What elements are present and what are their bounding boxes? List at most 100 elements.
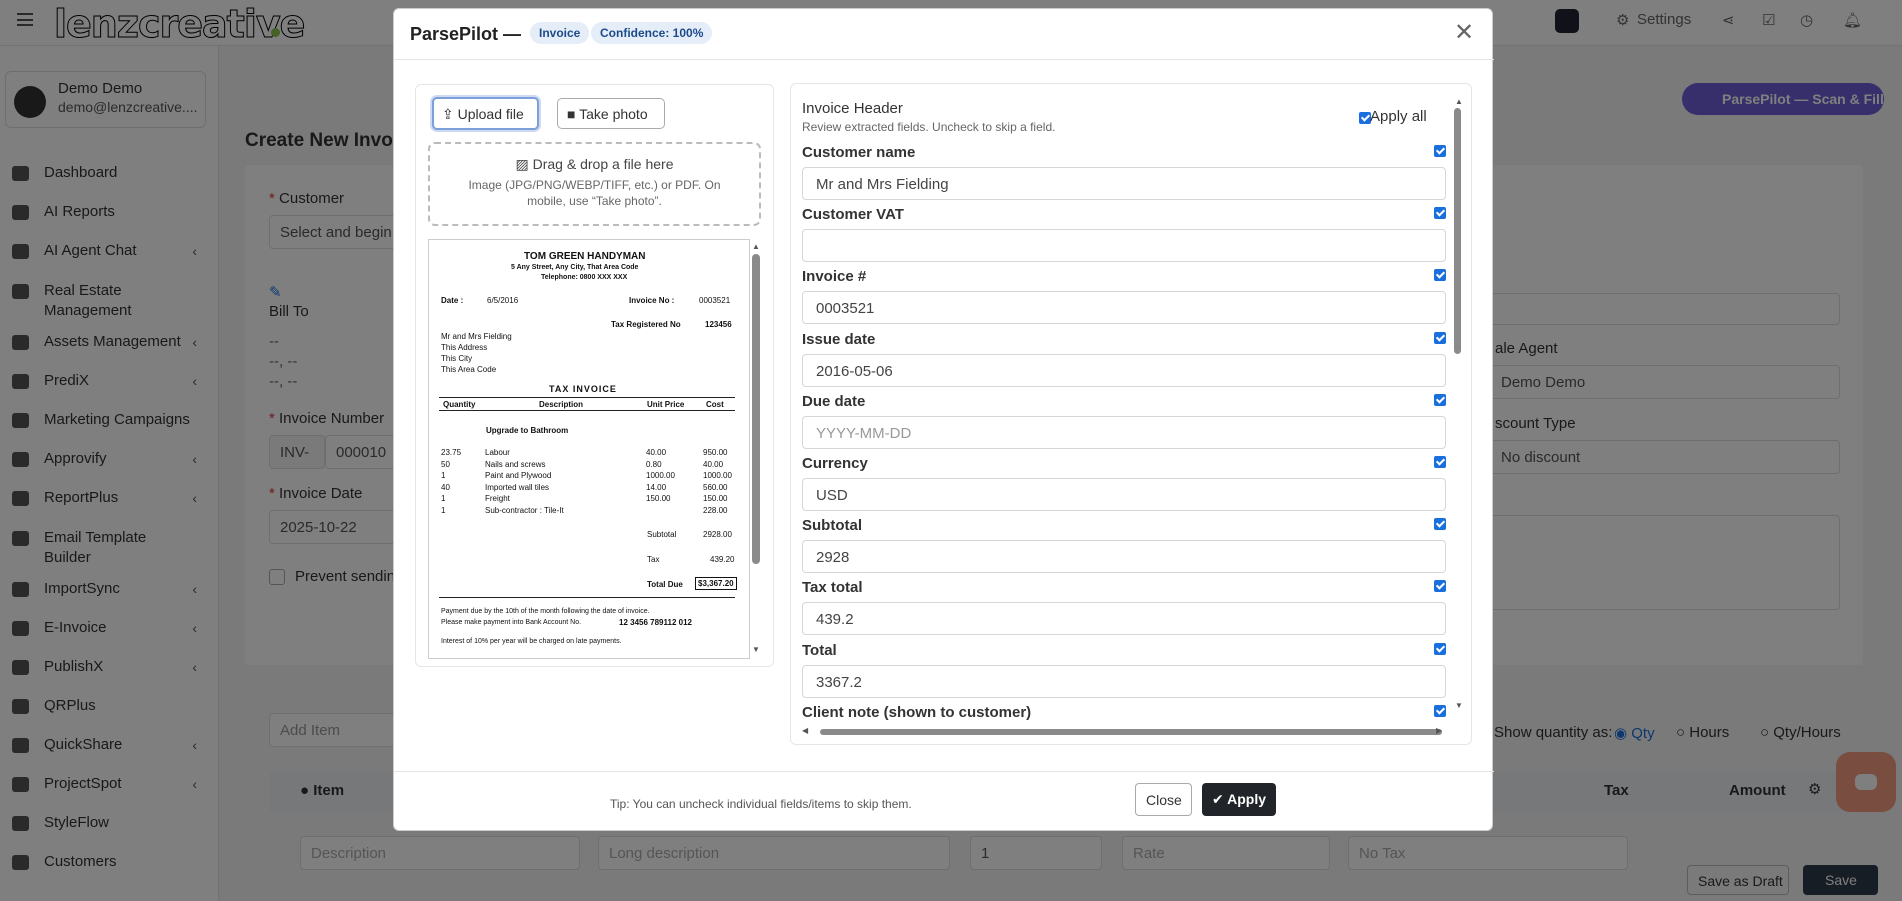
doc-row-cell: 150.00: [646, 494, 671, 503]
doc-subtotal-label: Subtotal: [647, 530, 677, 539]
field-checkbox[interactable]: [1434, 331, 1446, 344]
doc-row-cell: 950.00: [703, 448, 728, 457]
doc-row-cell: 1: [441, 505, 446, 515]
doc-addr-1: Mr and Mrs Fielding: [441, 332, 512, 341]
doc-date-label: Date :: [441, 296, 464, 305]
doc-taxreg: 123456: [705, 320, 732, 329]
field-checkbox[interactable]: [1434, 207, 1446, 220]
doc-rule: [439, 597, 735, 598]
doc-row-cell: Freight: [485, 494, 510, 503]
doc-invno: 0003521: [699, 296, 731, 305]
take-photo-button[interactable]: ■ Take photo: [557, 98, 665, 129]
doc-total: $3,367.20: [695, 577, 737, 590]
doc-row-cell: 14.00: [646, 482, 667, 492]
doc-row-cell: Paint and Plywood: [485, 471, 552, 480]
field-input[interactable]: 2016-05-06: [802, 353, 1446, 387]
dropzone[interactable]: ▨ Drag & drop a file here Image (JPG/PNG…: [428, 142, 761, 226]
field-input[interactable]: Mr and Mrs Fielding: [802, 167, 1446, 200]
field-label: Customer name: [802, 144, 916, 161]
doc-row-cell: 1000.00: [646, 471, 675, 480]
fields-hscrollbar[interactable]: ◀ ▶: [802, 726, 1446, 737]
doc-subtotal: 2928.00: [703, 530, 732, 539]
field-label: Tax total: [802, 579, 863, 597]
field-checkbox[interactable]: [1434, 518, 1446, 531]
dropzone-hint: Image (JPG/PNG/WEBP/TIFF, etc.) or PDF. …: [468, 178, 721, 208]
doc-row-cell: 40: [441, 482, 450, 492]
scroll-right-icon[interactable]: ▶: [1436, 726, 1442, 735]
doc-row-cell: 228.00: [703, 505, 728, 515]
modal-header: ParsePilot — Invoice Confidence: 100% ✕: [394, 9, 1494, 60]
section-title: Invoice Header: [802, 100, 903, 117]
camera-icon: ■: [567, 106, 576, 122]
doc-addr-2: This Address: [441, 343, 488, 352]
upload-panel: ⇪ Upload file ■ Take photo ▨ Drag & drop…: [415, 84, 774, 667]
doc-row-cell: 150.00: [703, 494, 728, 503]
scroll-down-icon[interactable]: ▼: [752, 645, 760, 654]
doc-col-unit: Unit Price: [647, 400, 685, 409]
doc-row-cell: 40.00: [703, 459, 724, 469]
parsepilot-modal: ParsePilot — Invoice Confidence: 100% ✕ …: [393, 8, 1494, 831]
preview-scrollbar[interactable]: ▲ ▼: [751, 242, 761, 656]
doc-taxreg-label: Tax Registered No: [611, 320, 681, 329]
doc-heading: TAX INVOICE: [549, 384, 617, 394]
doc-footer-1: Payment due by the 10th of the month fol…: [441, 608, 650, 615]
field-label: Issue date: [802, 330, 876, 348]
doc-row-cell: 1: [441, 494, 446, 503]
field-label: Invoice #: [802, 268, 867, 286]
field-label: Customer VAT: [802, 206, 904, 224]
check-icon: ✔: [1212, 791, 1224, 807]
field-input[interactable]: 3367.2: [802, 664, 1446, 698]
scroll-up-icon[interactable]: ▲: [1455, 97, 1463, 106]
doc-tax: 439.20: [710, 555, 735, 564]
apply-all-label: Apply all: [1370, 108, 1427, 125]
field-checkbox[interactable]: [1434, 580, 1446, 593]
field-input[interactable]: YYYY-MM-DD: [802, 415, 1446, 449]
field-label: Currency: [802, 455, 868, 472]
fields-vscrollbar[interactable]: ▲ ▼: [1453, 97, 1463, 713]
field-checkbox[interactable]: [1434, 642, 1446, 655]
tip-text: Tip: You can uncheck individual fields/i…: [610, 797, 912, 811]
doc-row-cell: Nails and screws: [485, 459, 546, 469]
field-checkbox[interactable]: [1434, 145, 1446, 157]
field-input[interactable]: USD: [802, 478, 1446, 511]
scroll-left-icon[interactable]: ◀: [802, 726, 808, 735]
upload-icon: ⇪: [442, 106, 454, 122]
doc-rule: [439, 410, 735, 411]
doc-row-cell: 560.00: [703, 482, 728, 492]
document-preview[interactable]: TOM GREEN HANDYMAN 5 Any Street, Any Cit…: [428, 239, 750, 659]
field-checkbox[interactable]: [1434, 704, 1446, 717]
field-checkbox[interactable]: [1434, 269, 1446, 282]
doc-row-cell: 23.75: [441, 448, 462, 457]
field-input[interactable]: 0003521: [802, 291, 1446, 325]
field-checkbox[interactable]: [1434, 393, 1446, 406]
doc-job: Upgrade to Bathroom: [486, 426, 569, 435]
scroll-down-icon[interactable]: ▼: [1455, 701, 1463, 710]
close-icon[interactable]: ✕: [1454, 21, 1474, 45]
doc-row-cell: Sub-contractor : Tile-It: [485, 505, 564, 515]
dropzone-title: Drag & drop a file here: [532, 156, 674, 172]
doc-row-cell: 0.80: [646, 459, 662, 469]
doc-invno-label: Invoice No :: [629, 296, 675, 305]
scroll-thumb[interactable]: [1454, 108, 1461, 354]
scroll-up-icon[interactable]: ▲: [752, 242, 760, 251]
doc-footer-3: Interest of 10% per year will be charged…: [441, 638, 622, 645]
field-input[interactable]: 2928: [802, 540, 1446, 574]
field-checkbox[interactable]: [1434, 456, 1446, 468]
close-button[interactable]: Close: [1135, 783, 1192, 816]
doc-row-cell: Imported wall tiles: [485, 482, 550, 492]
scroll-thumb[interactable]: [820, 729, 1442, 735]
doc-addr-3: This City: [441, 354, 473, 363]
doc-row-cell: Labour: [485, 448, 510, 457]
field-label: Due date: [802, 392, 866, 410]
field-input[interactable]: [802, 229, 1446, 263]
upload-file-button[interactable]: ⇪ Upload file: [432, 97, 539, 130]
confidence-badge: Confidence: 100%: [591, 22, 713, 44]
doc-col-desc: Description: [539, 400, 584, 409]
section-subtitle: Review extracted fields. Uncheck to skip…: [802, 120, 1056, 134]
apply-button[interactable]: ✔ Apply: [1202, 783, 1276, 816]
scroll-thumb[interactable]: [752, 254, 760, 564]
doc-date: 6/5/2016: [487, 296, 519, 305]
field-label: Client note (shown to customer): [802, 703, 1032, 721]
doc-footer-2: Please make payment into Bank Account No…: [441, 619, 582, 626]
field-input[interactable]: 439.2: [802, 602, 1446, 636]
